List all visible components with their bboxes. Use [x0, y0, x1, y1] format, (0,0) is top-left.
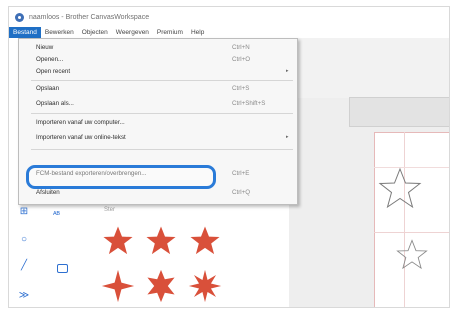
star-8-point-thumbnail[interactable] [188, 269, 222, 303]
submenu-arrow-icon: ▸ [286, 134, 289, 140]
mat-grid-line [404, 132, 405, 307]
menu-help[interactable]: Help [187, 27, 208, 38]
highlight-callout-box [26, 165, 216, 189]
menu-separator [31, 113, 293, 114]
menu-item-nieuw[interactable]: Nieuw Ctrl+N [19, 42, 297, 53]
submenu-arrow-icon: ▸ [286, 68, 289, 74]
star-5-point-thumbnail[interactable] [101, 225, 135, 257]
app-logo-icon [15, 12, 24, 22]
mat-star-outline-small[interactable] [395, 239, 429, 271]
label-tool-icon[interactable] [57, 264, 68, 273]
menu-item-label: Open recent [36, 68, 71, 75]
menu-item-shortcut: Ctrl+Shift+S [232, 100, 266, 107]
menu-item-label: Importeren vanaf uw online-tekst [36, 134, 126, 141]
star-4-point-thumbnail[interactable] [101, 269, 135, 303]
mat-grid-line [374, 232, 449, 233]
cutting-mat[interactable] [374, 132, 449, 307]
menu-item-shortcut: Ctrl+O [232, 56, 251, 63]
more-tool-icon[interactable]: ≫ [17, 288, 31, 302]
menu-item-shortcut: Ctrl+N [232, 44, 250, 51]
mat-star-outline[interactable] [377, 167, 423, 211]
left-toolbar: ⊞ ○ ╱ ≫ [9, 202, 40, 307]
window-title: naamloos - Brother CanvasWorkspace [29, 13, 150, 21]
circle-tool-icon[interactable]: ○ [17, 232, 31, 246]
menu-item-importeren-online[interactable]: Importeren vanaf uw online-tekst ▸ [19, 132, 297, 143]
line-tool-icon[interactable]: ╱ [17, 258, 31, 272]
canvas-toolbar-strip [349, 97, 449, 127]
menu-objecten[interactable]: Objecten [78, 27, 112, 38]
menu-item-opslaan-als[interactable]: Opslaan als... Ctrl+Shift+S [19, 98, 297, 109]
panel-category-label: Ster [104, 207, 116, 213]
canvas-header [289, 38, 449, 98]
menu-bewerken[interactable]: Bewerken [41, 27, 78, 38]
menu-item-opslaan[interactable]: Opslaan Ctrl+S [19, 83, 297, 94]
star-5-point-thumbnail[interactable] [144, 225, 178, 257]
menu-bar: Bestand Bewerken Objecten Weergeven Prem… [9, 27, 449, 38]
star-5-point-thumbnail[interactable] [188, 225, 222, 257]
menu-premium[interactable]: Premium [153, 27, 187, 38]
menu-item-shortcut: Ctrl+S [232, 85, 250, 92]
menu-item-shortcut: Ctrl+Q [232, 189, 251, 196]
menu-item-openen[interactable]: Openen... Ctrl+O [19, 54, 297, 65]
menu-separator [31, 149, 293, 150]
menu-item-open-recent[interactable]: Open recent ▸ [19, 66, 297, 77]
menu-item-label: Opslaan [36, 85, 60, 92]
star-6-point-thumbnail[interactable] [144, 269, 178, 303]
menu-item-label: Openen... [36, 56, 64, 63]
menu-separator [31, 80, 293, 81]
menu-bestand[interactable]: Bestand [9, 27, 41, 38]
app-window: naamloos - Brother CanvasWorkspace Besta… [8, 6, 450, 308]
menu-item-label: Importeren vanaf uw computer... [36, 119, 125, 126]
menu-item-label: Nieuw [36, 44, 54, 51]
title-bar: naamloos - Brother CanvasWorkspace [9, 7, 449, 27]
menu-item-importeren-computer[interactable]: Importeren vanaf uw computer... [19, 117, 297, 128]
menu-item-label: Opslaan als... [36, 100, 74, 107]
shapes-tool-icon[interactable]: ⊞ [17, 204, 31, 218]
text-tool-icon[interactable]: ᴬᴮ [53, 210, 60, 219]
menu-weergeven[interactable]: Weergeven [112, 27, 153, 38]
menu-item-shortcut: Ctrl+E [232, 170, 250, 177]
